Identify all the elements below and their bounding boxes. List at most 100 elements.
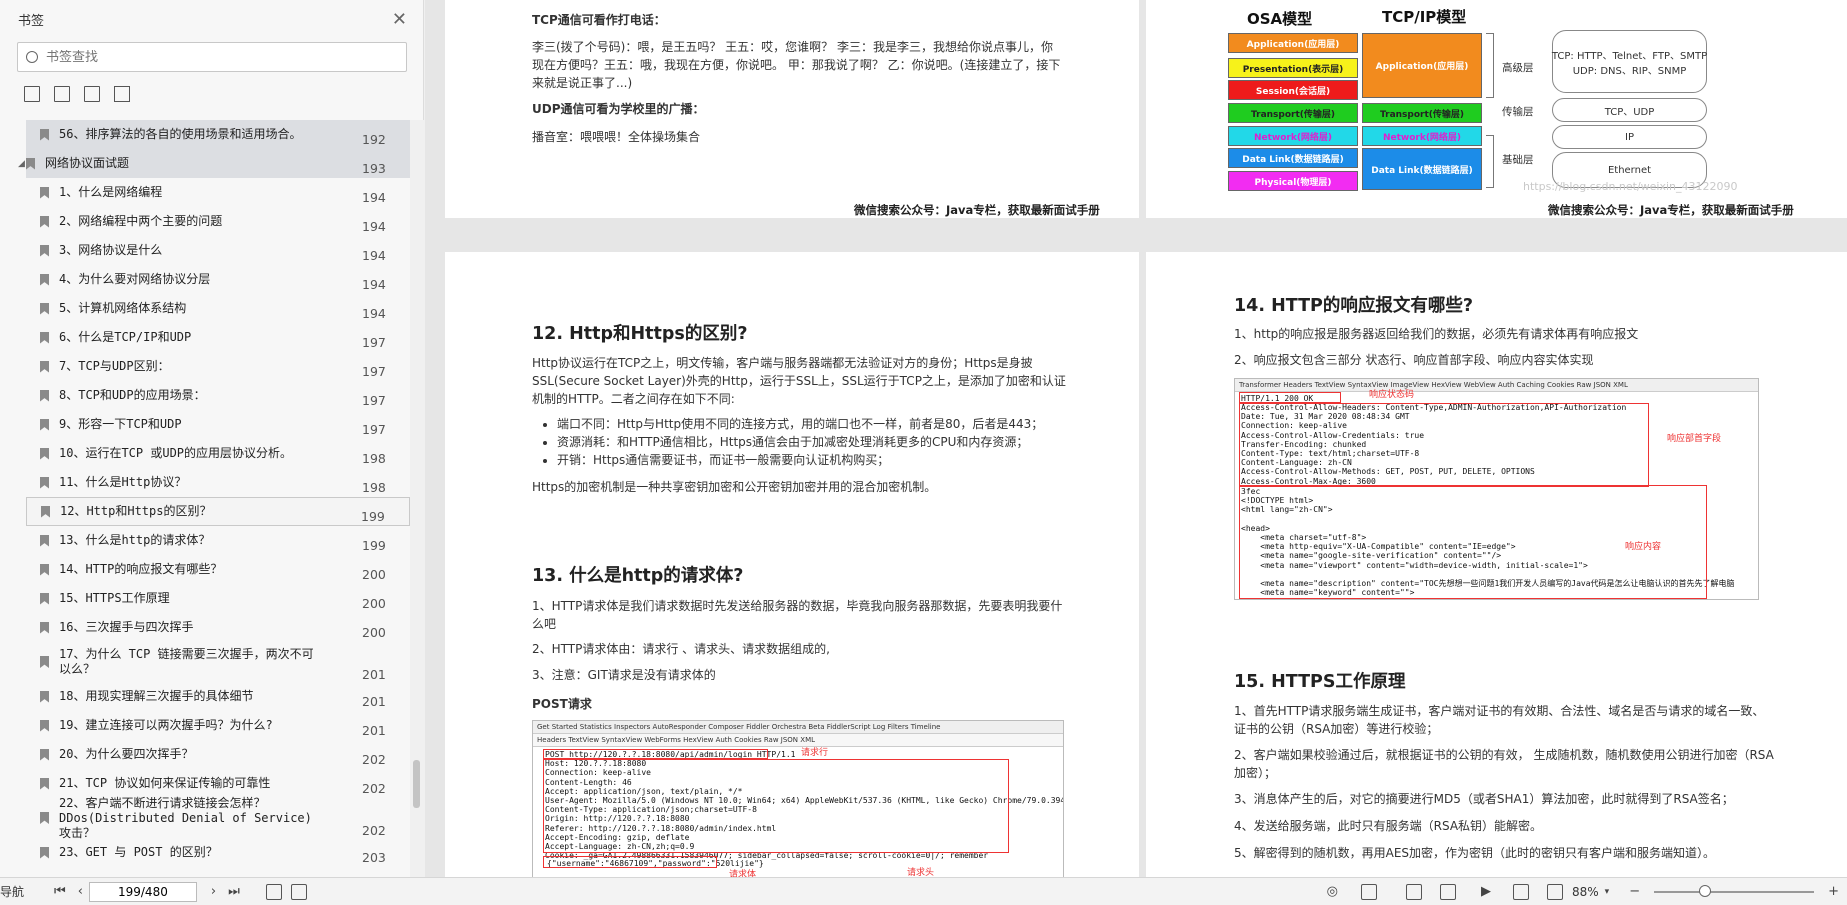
- bookmark-item[interactable]: 2、网络编程中两个主要的问题 194: [0, 207, 410, 236]
- bookmark-page-number: 192: [362, 132, 386, 147]
- back-icon[interactable]: [265, 883, 282, 900]
- close-icon[interactable]: ✕: [392, 9, 407, 30]
- bookmark-icon: [40, 690, 49, 703]
- bookmark-item-label: 22、客户端不断进行请求链接会怎样？DDos(Distributed Denia…: [59, 795, 312, 840]
- last-page-icon[interactable]: ⏭: [228, 884, 240, 899]
- bookmark-item[interactable]: 9、形容一下TCP和UDP 197: [0, 410, 410, 439]
- zoom-slider[interactable]: [1654, 884, 1815, 897]
- bookmark-icon: [40, 592, 49, 605]
- layer-box: Transport(传输层): [1362, 103, 1482, 123]
- bookmark-item[interactable]: 11、什么是Http协议？ 198: [0, 468, 410, 497]
- fit-page-icon[interactable]: [1546, 883, 1563, 900]
- protocol-app: TCP: HTTP、Telnet、FTP、SMTP UDP: DNS、RIP、S…: [1552, 30, 1707, 93]
- bookmark-item[interactable]: 3、网络协议是什么 194: [0, 236, 410, 265]
- document-view[interactable]: TCP通信可看作打电话： 李三(拨了个号码)：喂，是王五吗？ 王五：哎，您谁啊？…: [425, 0, 1847, 877]
- bookmark-item[interactable]: 1、什么是网络编程 194: [0, 178, 410, 207]
- bookmark-item[interactable]: 6、什么是TCP/IP和UDP 197: [0, 323, 410, 352]
- bookmark-item[interactable]: 4、为什么要对网络协议分层 194: [0, 265, 410, 294]
- expand-all-icon[interactable]: [24, 86, 40, 102]
- bookmark-item[interactable]: 22、客户端不断进行请求链接会怎样？DDos(Distributed Denia…: [0, 795, 410, 840]
- bookmark-item[interactable]: 20、为什么要四次挥手？ 202: [0, 740, 410, 769]
- label-transport-layer: 传输层: [1502, 106, 1534, 118]
- bookmark-item[interactable]: 14、HTTP的响应报文有哪些？ 200: [0, 555, 410, 584]
- first-page-icon[interactable]: ⏮: [54, 884, 66, 899]
- bookmark-item[interactable]: ◢ 网络协议面试题 193: [18, 149, 410, 178]
- bookmark-item[interactable]: 13、什么是http的请求体？ 199: [0, 526, 410, 555]
- paragraph-13-2: 2、HTTP请求体由：请求行 、请求头、请求数据组成的,: [532, 642, 830, 656]
- bookmark-icon: [40, 128, 49, 141]
- bookmark-icon: [40, 846, 49, 859]
- bookmark-icon[interactable]: [114, 86, 130, 102]
- forward-icon[interactable]: [290, 883, 307, 900]
- eye-protection-icon[interactable]: ◎: [1327, 884, 1338, 899]
- single-page-icon[interactable]: [1405, 883, 1422, 900]
- prev-page-icon[interactable]: ‹: [78, 884, 83, 899]
- bookmark-icon: [40, 534, 49, 547]
- collapse-triangle-icon[interactable]: ◢: [18, 159, 25, 169]
- bookmark-item-label: 9、形容一下TCP和UDP: [59, 417, 182, 431]
- bookmark-item[interactable]: 16、三次握手与四次挥手 200: [0, 613, 410, 642]
- label-response-headers: 响应部首字段: [1667, 434, 1722, 444]
- bookmark-item[interactable]: 5、计算机网络体系结构 194: [0, 294, 410, 323]
- bookmark-icon: [40, 418, 49, 431]
- bookmark-item[interactable]: 19、建立连接可以两次握手吗？为什么? 201: [0, 711, 410, 740]
- collapse-all-icon[interactable]: [54, 86, 70, 102]
- bookmark-item[interactable]: 18、用现实理解三次握手的具体细节 201: [0, 682, 410, 711]
- continuous-scroll-icon[interactable]: [1360, 883, 1377, 900]
- bookmark-search-input[interactable]: [46, 49, 376, 65]
- bookmark-item[interactable]: 8、TCP和UDP的应用场景： 197: [0, 381, 410, 410]
- bookmark-item[interactable]: 17、为什么 TCP 链接需要三次握手，两次不可以么？ 201: [0, 642, 410, 682]
- bookmark-page-number: 200: [362, 596, 386, 611]
- bookmark-item-label: 4、为什么要对网络协议分层: [59, 272, 211, 286]
- page-footer: 微信搜索公众号：Java专栏，获取最新面试手册: [1548, 203, 1794, 217]
- bookmark-icon: [40, 331, 49, 344]
- zoom-in-icon[interactable]: +: [1828, 884, 1839, 899]
- bookmark-icon: [40, 656, 49, 668]
- bookmark-icon: [40, 621, 49, 634]
- add-bookmark-icon[interactable]: [84, 86, 100, 102]
- layer-box: Session(会话层): [1228, 80, 1358, 100]
- zoom-value[interactable]: 88%: [1572, 885, 1599, 899]
- double-page-icon[interactable]: [1439, 883, 1456, 900]
- play-icon[interactable]: ▶: [1481, 884, 1491, 899]
- bookmark-search-box[interactable]: [17, 42, 407, 72]
- bookmark-icon: [40, 748, 49, 761]
- bookmark-item[interactable]: 15、HTTPS工作原理 200: [0, 584, 410, 613]
- bullet-item: 开销：Https通信需要证书，而证书一般需要向认证机构购买；: [557, 451, 1079, 469]
- bookmark-item-label: 11、什么是Http协议？: [59, 475, 187, 489]
- bookmark-item[interactable]: 7、TCP与UDP区别： 197: [0, 352, 410, 381]
- zoom-out-icon[interactable]: −: [1629, 884, 1640, 899]
- bookmark-icon: [40, 360, 49, 373]
- bookmark-item[interactable]: 10、运行在TCP 或UDP的应用层协议分析。 198: [0, 439, 410, 468]
- bookmark-item[interactable]: 23、GET 与 POST 的区别？ 203: [0, 838, 410, 867]
- scrollbar-thumb[interactable]: [413, 760, 420, 808]
- bookmark-icon: [40, 563, 49, 576]
- paragraph-13-1: 1、HTTP请求体是我们请求数据时先发送给服务器的数据，毕竟我向服务器那数据，先…: [532, 599, 1063, 631]
- actual-size-icon[interactable]: [1512, 883, 1529, 900]
- https-step: 1、首先HTTP请求服务端生成证书，客户端对证书的有效期、合法性、域名是否与请求…: [1234, 704, 1765, 736]
- layer-box: Presentation(表示层): [1228, 58, 1358, 78]
- bookmark-page-number: 203: [362, 850, 386, 865]
- layer-box: Physical(物理层): [1228, 171, 1358, 191]
- zoom-dropdown-icon[interactable]: ▾: [1605, 887, 1610, 897]
- nav-label: 导航: [0, 885, 25, 899]
- https-step: 3、消息体产生的后，对它的摘要进行MD5（或者SHA1）算法加密，此时就得到了R…: [1234, 792, 1734, 806]
- page-top-right: OSA模型 TCP/IP模型 Application(应用层) Presentat…: [1146, 0, 1847, 218]
- bookmark-item[interactable]: 12、Http和Https的区别？ 199: [26, 497, 410, 526]
- bookmark-item-label: 12、Http和Https的区别？: [60, 504, 212, 518]
- box-request-headers: [543, 759, 1009, 853]
- bookmark-item-label: 18、用现实理解三次握手的具体细节: [59, 689, 254, 703]
- bookmark-item-label: 14、HTTP的响应报文有哪些？: [59, 562, 223, 576]
- bookmark-item[interactable]: 21、TCP 协议如何来保证传输的可靠性 202: [0, 769, 410, 798]
- next-page-icon[interactable]: ›: [211, 884, 216, 899]
- bookmark-item-label: 2、网络编程中两个主要的问题: [59, 214, 223, 228]
- bookmark-item[interactable]: 56、排序算法的各自的使用场景和适用场合。 192: [26, 120, 410, 149]
- bullet-item: 端口不同：Http与Http使用不同的连接方式，用的端口也不一样，前者是80，后…: [557, 415, 1079, 433]
- zoom-slider-knob[interactable]: [1699, 884, 1712, 897]
- osa-model-title: OSA模型: [1247, 10, 1313, 28]
- bookmark-item-label: 16、三次握手与四次挥手: [59, 620, 194, 634]
- sidebar-scrollbar[interactable]: [410, 120, 424, 877]
- page-number-input[interactable]: [88, 881, 197, 902]
- fiddler-request-screenshot: Get Started Statistics Inspectors AutoRe…: [532, 720, 1064, 877]
- bookmark-page-number: 201: [362, 723, 386, 738]
